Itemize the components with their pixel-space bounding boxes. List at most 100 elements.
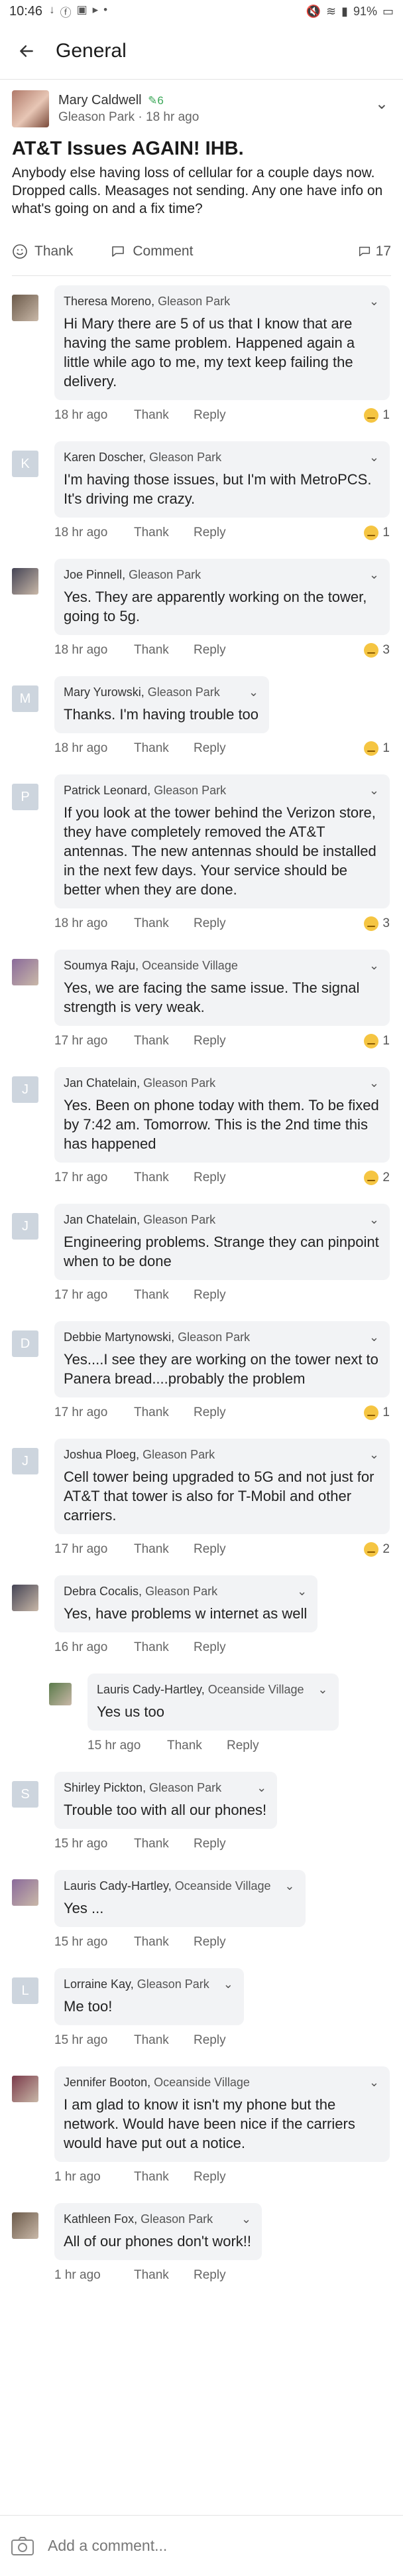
comment-location[interactable]: Gleason Park [137,1977,209,1991]
avatar[interactable] [12,2212,38,2239]
reply-button[interactable]: Reply [194,526,253,540]
comment-author[interactable]: Karen Doscher [64,451,143,464]
comment-count[interactable]: 17 [357,244,391,259]
comment-location[interactable]: Gleason Park [149,451,221,464]
comment-author[interactable]: Lauris Cady-Hartley [64,1879,168,1893]
avatar[interactable]: M [12,685,38,712]
reply-button[interactable]: Reply [194,2268,253,2283]
comment-author[interactable]: Patrick Leonard [64,784,147,797]
thank-button[interactable]: Thank [134,408,194,423]
reply-button[interactable]: Reply [227,1739,286,1753]
comment-location[interactable]: Oceanside Village [208,1683,304,1696]
avatar[interactable] [12,1585,38,1611]
reply-button[interactable]: Reply [194,2033,253,2048]
thank-button[interactable]: Thank [134,2268,194,2283]
avatar[interactable] [49,1683,72,1705]
comment-author[interactable]: Mary Yurowski [64,685,141,699]
avatar[interactable]: J [12,1448,38,1474]
comment-location[interactable]: Gleason Park [158,295,230,308]
reaction-count[interactable]: 2 [364,1542,390,1557]
thank-button[interactable]: Thank [167,1739,227,1753]
thank-button[interactable]: Thank [134,1935,194,1950]
reply-button[interactable]: Reply [194,741,253,756]
comment-author[interactable]: Debbie Martynowski [64,1330,171,1344]
comment-location[interactable]: Oceanside Village [142,959,238,972]
reaction-count[interactable]: 3 [364,916,390,931]
comment-author[interactable]: Kathleen Fox [64,2212,134,2226]
thank-button[interactable]: Thank [134,1034,194,1048]
thank-button[interactable]: Thank [134,916,194,931]
chevron-down-icon[interactable]: ⌄ [369,2076,379,2090]
reaction-count[interactable]: 1 [364,526,390,540]
thank-button[interactable]: Thank [134,741,194,756]
avatar[interactable] [12,90,49,127]
chevron-down-icon[interactable]: ⌄ [284,1879,294,1893]
comment-author[interactable]: Jennifer Booton [64,2076,147,2089]
chevron-down-icon[interactable]: ⌄ [369,451,379,465]
comment-author[interactable]: Jan Chatelain [64,1213,137,1226]
comment-author[interactable]: Jan Chatelain [64,1076,137,1090]
camera-icon[interactable] [11,2536,34,2556]
reaction-count[interactable]: 2 [364,1171,390,1185]
reaction-count[interactable]: 1 [364,408,390,423]
chevron-down-icon[interactable]: ⌄ [369,1448,379,1462]
reply-button[interactable]: Reply [194,1935,253,1950]
avatar[interactable]: J [12,1213,38,1240]
comment-location[interactable]: Oceanside Village [175,1879,271,1893]
comment-location[interactable]: Gleason Park [143,1213,215,1226]
chevron-down-icon[interactable]: ⌄ [223,1977,233,1991]
chevron-down-icon[interactable]: ⌄ [369,959,379,973]
reply-button[interactable]: Reply [194,1405,253,1420]
chevron-down-icon[interactable]: ⌄ [369,1076,379,1090]
comment-location[interactable]: Oceanside Village [154,2076,250,2089]
reply-button[interactable]: Reply [194,1837,253,1851]
reply-button[interactable]: Reply [194,408,253,423]
avatar[interactable]: D [12,1330,38,1357]
reply-button[interactable]: Reply [194,1034,253,1048]
post-author-name[interactable]: Mary Caldwell [58,93,142,107]
comment-author[interactable]: Joshua Ploeg [64,1448,136,1461]
thank-button[interactable]: Thank [134,526,194,540]
thank-button[interactable]: Thank [134,643,194,658]
comment-author[interactable]: Debra Cocalis [64,1585,139,1598]
chevron-down-icon[interactable]: ⌄ [317,1683,327,1697]
avatar[interactable]: J [12,1076,38,1103]
back-button[interactable] [13,38,40,64]
reaction-count[interactable]: 1 [364,741,390,756]
thank-button[interactable]: Thank [12,244,73,259]
comment-location[interactable]: Gleason Park [178,1330,250,1344]
comment-author[interactable]: Joe Pinnell [64,568,122,581]
chevron-down-icon[interactable]: ⌄ [241,2212,251,2226]
reply-button[interactable]: Reply [194,1288,253,1303]
chevron-down-icon[interactable]: ⌄ [369,295,379,309]
avatar[interactable]: L [12,1977,38,2004]
reply-button[interactable]: Reply [194,1542,253,1557]
thank-button[interactable]: Thank [134,1837,194,1851]
reply-button[interactable]: Reply [194,2170,253,2184]
avatar[interactable] [12,2076,38,2102]
comment-location[interactable]: Gleason Park [143,1448,215,1461]
thank-button[interactable]: Thank [134,1542,194,1557]
chevron-down-icon[interactable]: ⌄ [369,1213,379,1227]
comment-author[interactable]: Lauris Cady-Hartley [97,1683,202,1696]
reaction-count[interactable]: 1 [364,1405,390,1420]
chevron-down-icon[interactable]: ⌄ [249,685,259,699]
chevron-down-icon[interactable]: ⌄ [369,1330,379,1344]
comment-button[interactable]: Comment [110,244,193,259]
comment-author[interactable]: Lorraine Kay [64,1977,131,1991]
comment-location[interactable]: Gleason Park [145,1585,217,1598]
comment-location[interactable]: Gleason Park [149,1781,221,1794]
chevron-down-icon[interactable]: ⌄ [257,1781,266,1795]
thank-button[interactable]: Thank [134,2170,194,2184]
comment-location[interactable]: Gleason Park [129,568,201,581]
avatar[interactable] [12,959,38,985]
avatar[interactable] [12,1879,38,1906]
avatar[interactable]: S [12,1781,38,1808]
add-comment-input[interactable]: Add a comment... [48,2537,167,2555]
comment-author[interactable]: Theresa Moreno [64,295,151,308]
reply-button[interactable]: Reply [194,1171,253,1185]
post-location[interactable]: Gleason Park [58,110,135,124]
thank-button[interactable]: Thank [134,2033,194,2048]
thank-button[interactable]: Thank [134,1171,194,1185]
avatar[interactable] [12,295,38,321]
